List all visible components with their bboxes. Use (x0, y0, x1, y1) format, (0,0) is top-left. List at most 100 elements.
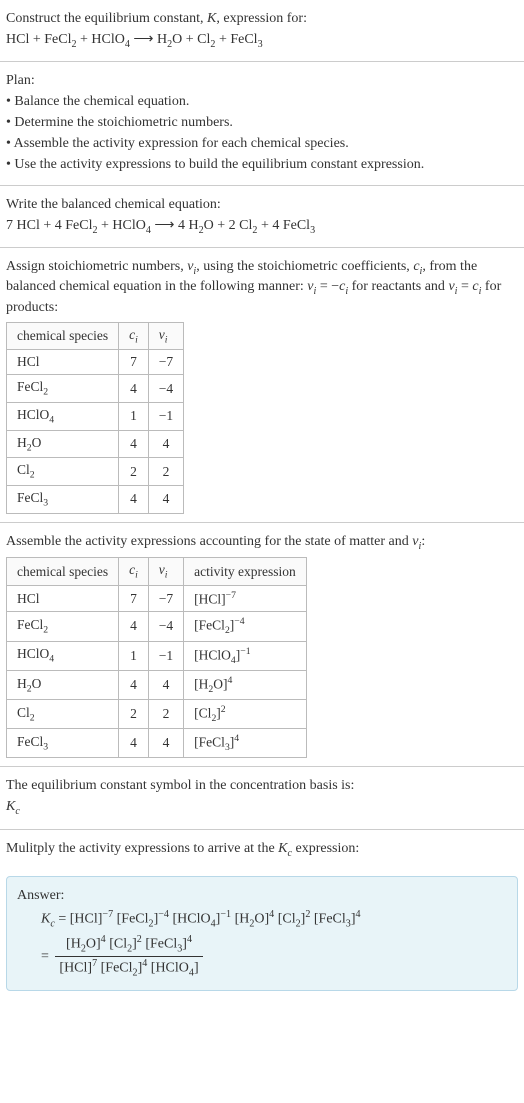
t: [HClO (169, 912, 211, 927)
cell-activity: [H2O]4 (184, 670, 307, 699)
table-row: H2O44 (7, 430, 184, 458)
cell-ci: 4 (119, 430, 149, 458)
t: = − (316, 279, 339, 294)
table-header-row: chemical species ci νi (7, 322, 184, 350)
cell-activity: [HCl]−7 (184, 585, 307, 612)
cell-ci: 4 (119, 486, 149, 514)
t: : (421, 534, 425, 549)
cell-species: HClO4 (7, 403, 119, 431)
sub: i (165, 334, 168, 345)
th-vi: νi (148, 558, 183, 586)
sup: −1 (220, 909, 231, 920)
plan-bullet: • Use the activity expressions to build … (6, 156, 518, 175)
table-row: HCl7−7[HCl]−7 (7, 585, 307, 612)
cell-vi: 4 (148, 430, 183, 458)
cell-ci: 4 (119, 670, 149, 699)
t: O + 2 Cl (204, 218, 253, 233)
activity-title: Assemble the activity expressions accoun… (6, 533, 518, 553)
t: [FeCl (97, 961, 132, 976)
table-row: Cl222[Cl2]2 (7, 699, 307, 728)
t: O] (254, 912, 269, 927)
plan-title: Plan: (6, 72, 518, 91)
t: + HClO (77, 32, 125, 47)
t: O + Cl (172, 32, 210, 47)
stoich-table: chemical species ci νi HCl7−7FeCl24−4HCl… (6, 322, 184, 514)
t: K (6, 799, 15, 814)
cell-species: FeCl3 (7, 729, 119, 758)
cell-vi: −1 (148, 403, 183, 431)
t: 7 HCl + 4 FeCl (6, 218, 92, 233)
cell-ci: 2 (119, 458, 149, 486)
t: for reactants and (348, 279, 448, 294)
sup: −7 (102, 909, 113, 920)
t: [FeCl (142, 937, 177, 952)
balanced-equation: 7 HCl + 4 FeCl2 + HClO4 ⟶ 4 H2O + 2 Cl2 … (6, 217, 518, 237)
t: = (55, 912, 70, 927)
cell-species: HCl (7, 585, 119, 612)
sub: i (135, 570, 138, 581)
intro-section: Construct the equilibrium constant, K, e… (0, 0, 524, 62)
plan-section: Plan: • Balance the chemical equation. •… (0, 62, 524, 185)
intro-line1: Construct the equilibrium constant, K, e… (6, 10, 518, 29)
th-vi: νi (148, 322, 183, 350)
symbol-section: The equilibrium constant symbol in the c… (0, 767, 524, 829)
cell-vi: −1 (148, 641, 183, 670)
table-row: HClO41−1 (7, 403, 184, 431)
cell-vi: 4 (148, 486, 183, 514)
t: + FeCl (215, 32, 257, 47)
t: H (157, 32, 167, 47)
cell-species: Cl2 (7, 699, 119, 728)
arrow: ⟶ (130, 32, 157, 47)
t: , using the stoichiometric coefficients, (196, 259, 413, 274)
t: [HCl] (59, 961, 92, 976)
t: Construct the equilibrium constant, (6, 11, 207, 26)
cell-vi: 4 (148, 670, 183, 699)
table-row: FeCl344[FeCl3]4 (7, 729, 307, 758)
th-species: chemical species (7, 322, 119, 350)
t: [HClO (147, 961, 189, 976)
equals: = (41, 949, 52, 964)
th-species: chemical species (7, 558, 119, 586)
cell-ci: 2 (119, 699, 149, 728)
t: [FeCl (310, 912, 345, 927)
table-row: FeCl344 (7, 486, 184, 514)
cell-ci: 1 (119, 403, 149, 431)
cell-activity: [Cl2]2 (184, 699, 307, 728)
t: [Cl (274, 912, 295, 927)
symbol-kc: Kc (6, 798, 518, 818)
cell-species: H2O (7, 670, 119, 699)
t: + HClO (98, 218, 146, 233)
t: [H (66, 937, 81, 952)
cell-vi: −7 (148, 350, 183, 375)
answer-section: Answer: Kc = [HCl]−7 [FeCl2]−4 [HClO4]−1… (6, 876, 518, 991)
cell-vi: 2 (148, 699, 183, 728)
balanced-section: Write the balanced chemical equation: 7 … (0, 186, 524, 248)
arrow: ⟶ (151, 218, 178, 233)
cell-ci: 4 (119, 729, 149, 758)
multiply-section: Mulitply the activity expressions to arr… (0, 830, 524, 870)
assign-text: Assign stoichiometric numbers, νi, using… (6, 258, 518, 318)
answer-label: Answer: (17, 887, 507, 906)
answer-fraction: = [H2O]4 [Cl2]2 [FeCl3]4 [HCl]7 [FeCl2]4… (17, 933, 507, 980)
sub: i (165, 570, 168, 581)
activity-section: Assemble the activity expressions accoun… (0, 523, 524, 768)
t: Assemble the activity expressions accoun… (6, 534, 412, 549)
cell-vi: −4 (148, 612, 183, 641)
t: + 4 FeCl (257, 218, 310, 233)
th-ci: ci (119, 558, 149, 586)
table-header-row: chemical species ci νi activity expressi… (7, 558, 307, 586)
t: Mulitply the activity expressions to arr… (6, 841, 278, 856)
table-row: HCl7−7 (7, 350, 184, 375)
table-row: Cl222 (7, 458, 184, 486)
cell-species: FeCl3 (7, 486, 119, 514)
t: ] (194, 961, 199, 976)
cell-ci: 1 (119, 641, 149, 670)
cell-species: H2O (7, 430, 119, 458)
t: Assign stoichiometric numbers, (6, 259, 187, 274)
unbalanced-equation: HCl + FeCl2 + HClO4 ⟶ H2O + Cl2 + FeCl3 (6, 31, 518, 51)
t: [FeCl (113, 912, 148, 927)
cell-activity: [FeCl2]−4 (184, 612, 307, 641)
sub: 3 (310, 224, 315, 235)
cell-species: FeCl2 (7, 375, 119, 403)
th-ci: ci (119, 322, 149, 350)
